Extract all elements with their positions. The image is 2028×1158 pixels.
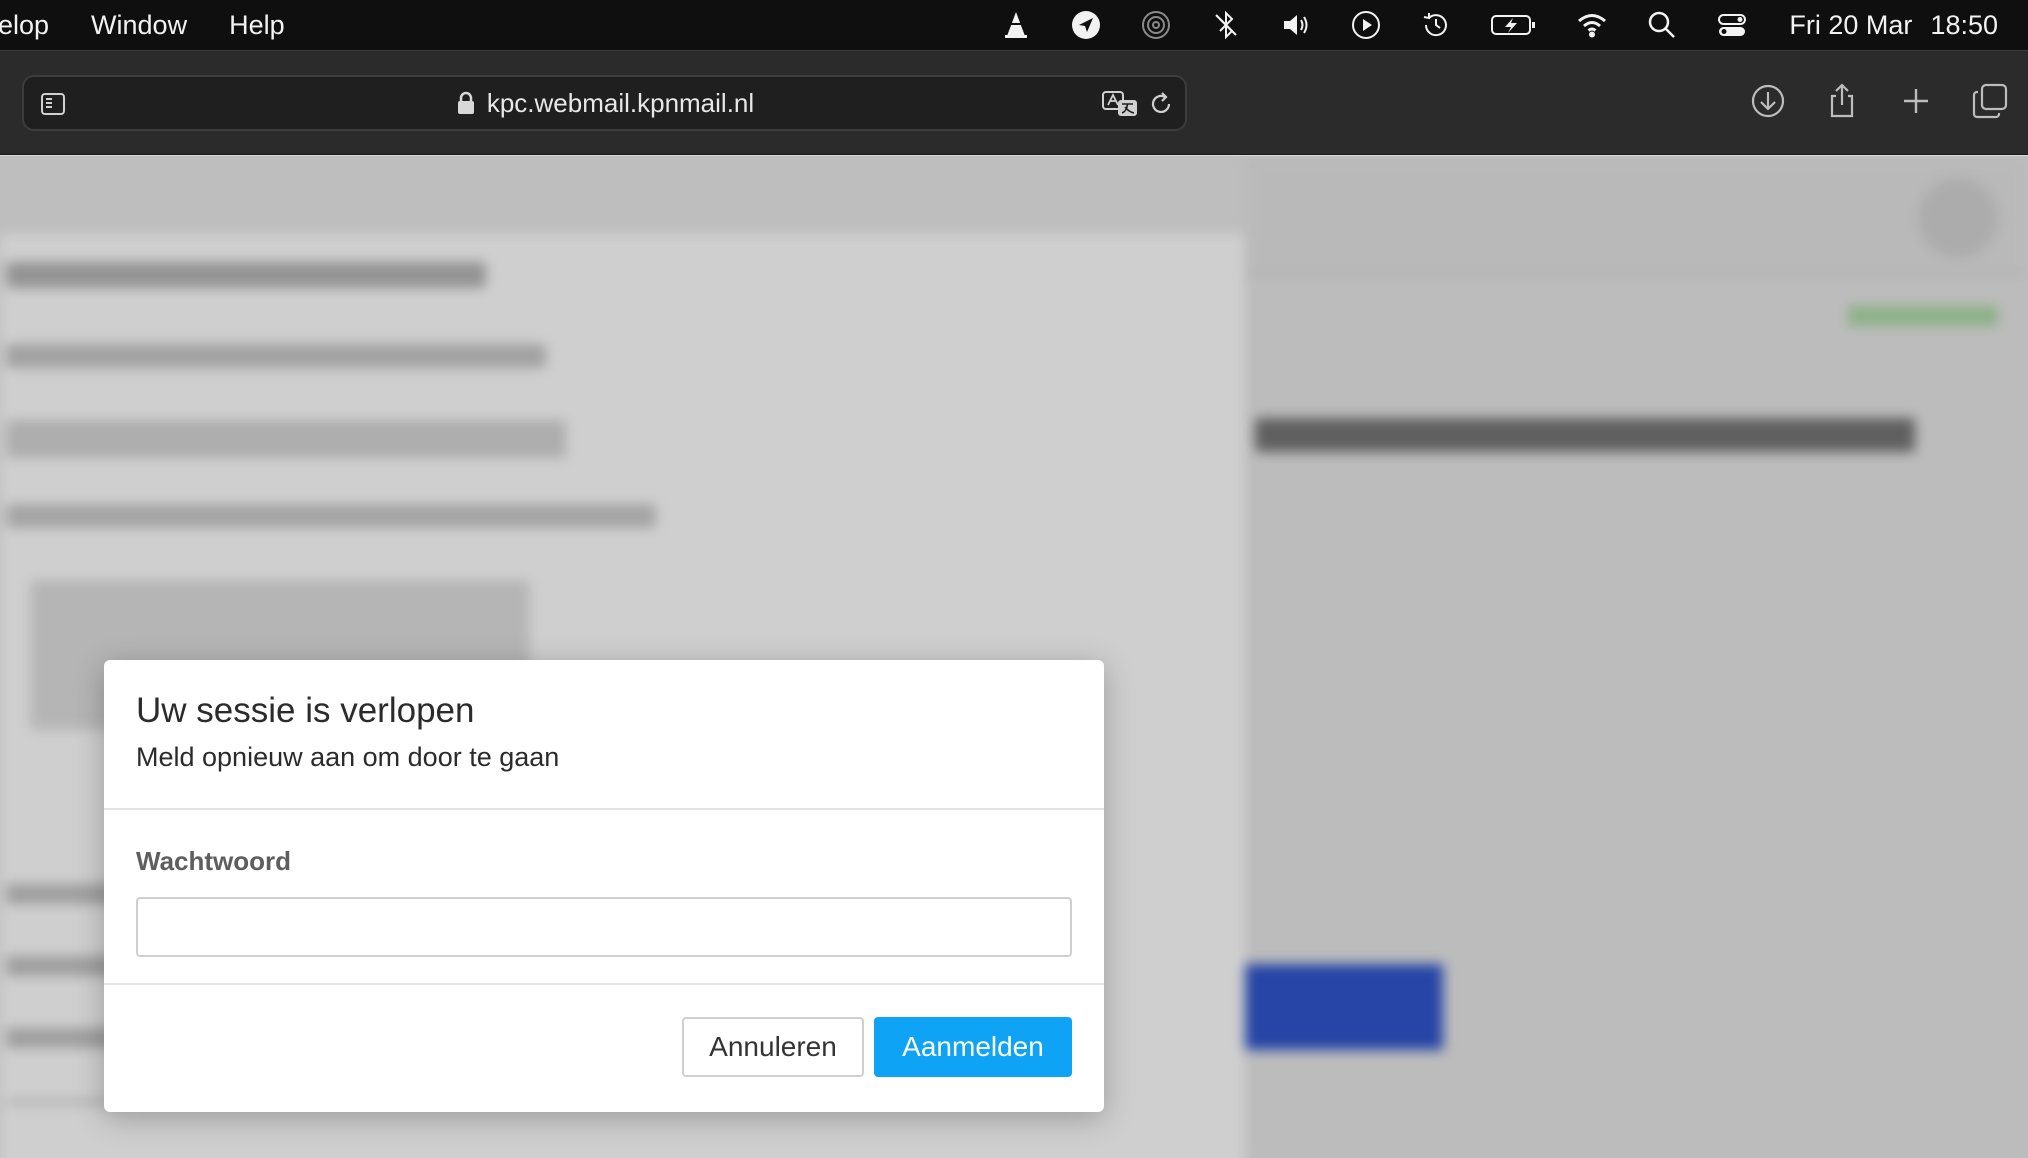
browser-toolbar: kpc.webmail.kpnmail.nl	[0, 50, 2028, 155]
location-icon[interactable]	[1069, 8, 1103, 42]
time-machine-icon[interactable]	[1419, 8, 1453, 42]
reload-icon[interactable]	[1147, 90, 1175, 118]
dialog-title: Uw sessie is verlopen	[136, 691, 475, 730]
menu-bar: elop Window Help Fri 20 Mar 18:50	[0, 0, 2028, 50]
cancel-button[interactable]: Annuleren	[682, 1017, 864, 1077]
download-icon[interactable]	[1748, 81, 1788, 121]
bluetooth-icon[interactable]	[1209, 8, 1243, 42]
airdrop-icon[interactable]	[1139, 8, 1173, 42]
control-center-icon[interactable]	[1715, 8, 1749, 42]
wifi-icon[interactable]	[1575, 8, 1609, 42]
vlc-icon[interactable]	[999, 8, 1033, 42]
url-display[interactable]: kpc.webmail.kpnmail.nl	[24, 77, 1185, 129]
address-bar[interactable]: kpc.webmail.kpnmail.nl	[22, 75, 1187, 131]
session-expired-dialog: Uw sessie is verlopen Meld opnieuw aan o…	[104, 660, 1104, 1112]
spotlight-icon[interactable]	[1645, 8, 1679, 42]
toolbar-actions	[1714, 81, 2010, 121]
menu-develop[interactable]: elop	[0, 10, 49, 41]
battery-icon[interactable]	[1489, 8, 1539, 42]
menu-window[interactable]: Window	[91, 10, 187, 41]
play-icon[interactable]	[1349, 8, 1383, 42]
url-text: kpc.webmail.kpnmail.nl	[486, 87, 755, 118]
lock-icon	[455, 90, 477, 116]
dialog-footer: Annuleren Aanmelden	[104, 985, 1104, 1110]
menubar-clock[interactable]: Fri 20 Mar 18:50	[1789, 10, 1998, 41]
clock-time: 18:50	[1930, 9, 1998, 40]
dialog-body: Wachtwoord	[104, 810, 1104, 985]
share-icon[interactable]	[1822, 81, 1862, 121]
app-menus: elop Window Help	[0, 10, 327, 41]
dialog-header: Uw sessie is verlopen Meld opnieuw aan o…	[104, 660, 1104, 810]
password-label: Wachtwoord	[136, 846, 292, 876]
login-button[interactable]: Aanmelden	[874, 1017, 1072, 1077]
menu-help[interactable]: Help	[229, 10, 285, 41]
new-tab-icon[interactable]	[1896, 81, 1936, 121]
volume-icon[interactable]	[1279, 8, 1313, 42]
password-field[interactable]	[136, 897, 1072, 957]
translate-icon[interactable]	[1101, 89, 1139, 119]
status-area: Fri 20 Mar 18:50	[981, 0, 1998, 50]
tabs-overview-icon[interactable]	[1970, 81, 2010, 121]
dialog-subtitle: Meld opnieuw aan om door te gaan	[136, 742, 560, 772]
clock-date: Fri 20 Mar	[1789, 9, 1913, 40]
